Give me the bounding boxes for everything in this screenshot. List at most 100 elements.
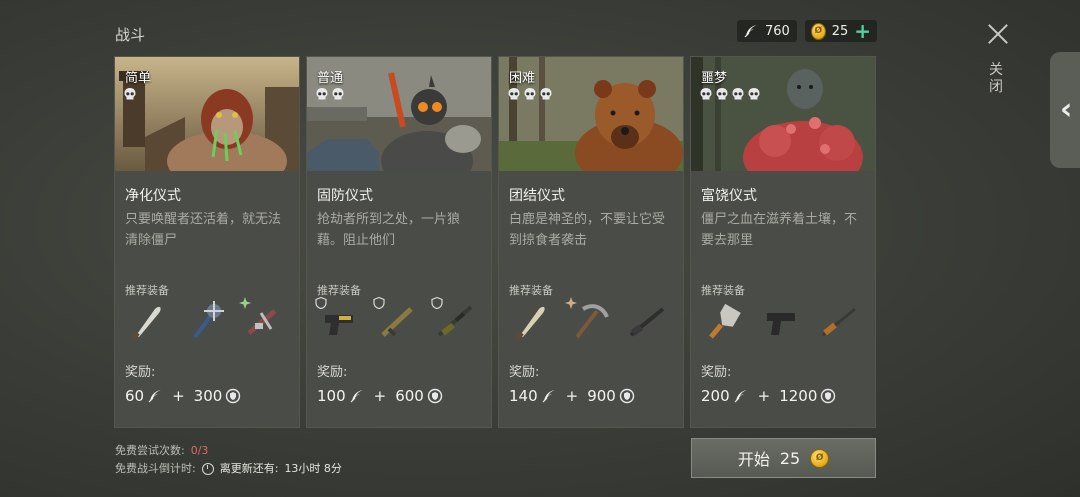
cleaver-icon[interactable] (701, 299, 745, 343)
plus-sign: + (172, 387, 185, 405)
recommended-gear-label: 推荐装备 (125, 284, 169, 297)
reward-values: 100 + 600 (317, 387, 443, 405)
mission-card-nightmare[interactable]: 噩梦 富饶仪式 僵尸之血在滋养着土壤，不要去那里 推荐装备 奖励: 200 + … (690, 56, 876, 428)
reward-label: 奖励: (125, 365, 156, 380)
reward-values: 60 + 300 (125, 387, 241, 405)
feather-count: 760 (765, 23, 790, 39)
free-tries-label: 免费尝试次数: (115, 444, 185, 457)
reward-label: 奖励: (701, 365, 732, 380)
mission-description: 僵尸之血在滋养着土壤，不要去那里 (701, 212, 858, 248)
reward-points: 300 (193, 387, 223, 405)
coin-icon: Ø (811, 22, 826, 40)
difficulty-label: 噩梦 (701, 71, 728, 86)
reward-values: 140 + 900 (509, 387, 635, 405)
close-icon[interactable] (986, 22, 1010, 46)
feather-counter: 760 (737, 20, 797, 42)
start-cost: 25 (779, 448, 801, 468)
reward-points: 1200 (779, 387, 818, 405)
recommended-gear-list (509, 297, 669, 343)
reward-feathers: 140 (509, 387, 538, 405)
countdown-label: 免费战斗倒计时: (115, 462, 196, 475)
bonus-badge-icon (239, 297, 251, 309)
shield-points-icon (821, 388, 836, 404)
feather-icon (148, 390, 162, 403)
pistol-icon[interactable] (759, 299, 803, 343)
difficulty-skulls (507, 87, 553, 101)
machete-icon[interactable] (125, 299, 169, 343)
coin-count: 25 (831, 23, 849, 39)
skull-icon (716, 88, 728, 100)
reward-points: 600 (395, 387, 424, 405)
clock-icon (201, 463, 214, 475)
skull-icon (540, 88, 552, 100)
reward-points: 900 (587, 387, 616, 405)
feather-icon (744, 25, 757, 38)
feather-icon (350, 390, 363, 403)
spiked-mace-icon[interactable] (183, 299, 227, 343)
recommended-gear-list (125, 297, 285, 343)
skull-icon (508, 88, 520, 100)
mission-name: 净化仪式 (125, 188, 181, 204)
difficulty-label: 普通 (317, 71, 344, 86)
shield-badge-icon (431, 297, 443, 309)
plus-sign: + (565, 387, 579, 405)
plus-sign: + (373, 387, 387, 405)
chevron-left-icon: ‹ (1060, 92, 1073, 127)
difficulty-skulls (123, 87, 137, 101)
recommended-gear-list (701, 299, 861, 343)
mission-name: 团结仪式 (509, 188, 565, 204)
mission-card-easy[interactable]: 简单 净化仪式 只要唤醒者还活着，就无法清除僵尸 推荐装备 奖励: 60 + 3… (114, 56, 300, 428)
free-tries-value: 0/3 (190, 444, 209, 457)
mission-name: 固防仪式 (317, 188, 373, 204)
difficulty-skulls (315, 87, 345, 101)
shotgun-icon[interactable] (625, 299, 669, 343)
skull-icon (332, 88, 344, 100)
shield-points-icon (427, 388, 443, 404)
recommended-gear-list (315, 297, 477, 343)
mission-description: 白鹿是神圣的，不要让它受到掠食者袭击 (509, 212, 666, 248)
bonus-badge-icon (565, 297, 577, 309)
skull-icon (732, 88, 744, 100)
shield-points-icon (619, 388, 635, 404)
mission-description: 只要唤醒者还活着，就无法清除僵尸 (125, 212, 282, 248)
free-battle-info: 免费尝试次数: 0/3 免费战斗倒计时: 离更新还有: 13小时 8分 (115, 442, 342, 478)
coin-counter: Ø 25 + (805, 20, 877, 42)
reward-label: 奖励: (317, 365, 348, 380)
feather-icon (734, 390, 747, 403)
shield-badge-icon (373, 297, 385, 309)
refresh-label: 离更新还有: (219, 462, 279, 475)
hunting-rifle-icon[interactable] (817, 299, 861, 343)
reward-feathers: 60 (125, 387, 145, 405)
reward-label: 奖励: (509, 365, 540, 380)
shield-badge-icon (315, 297, 327, 309)
pickaxe-icon[interactable] (565, 297, 611, 343)
mission-description: 抢劫者所到之处，一片狼藉。阻止他们 (317, 212, 461, 248)
mission-card-normal[interactable]: 普通 固防仪式 抢劫者所到之处，一片狼藉。阻止他们 推荐装备 奖励: 100 +… (306, 56, 492, 428)
skull-icon (124, 88, 136, 100)
plus-sign: + (757, 387, 771, 405)
shield-points-icon (226, 388, 241, 404)
reward-feathers: 100 (317, 387, 346, 405)
start-button[interactable]: 开始 25 Ø (691, 438, 876, 478)
close-label[interactable]: 关闭 (989, 62, 1007, 96)
sniper-rifle-icon[interactable] (431, 297, 477, 343)
skull-icon (700, 88, 712, 100)
side-panel-tab[interactable]: ‹ (1050, 52, 1080, 168)
machete-icon[interactable] (509, 299, 553, 343)
refresh-countdown: 13小时 8分 (284, 462, 342, 475)
mission-card-hard[interactable]: 困难 团结仪式 白鹿是神圣的，不要让它受到掠食者袭击 推荐装备 奖励: 140 … (498, 56, 684, 428)
recommended-gear-label: 推荐装备 (701, 284, 745, 297)
skull-icon (316, 88, 328, 100)
skull-icon (524, 88, 536, 100)
difficulty-skulls (699, 87, 761, 101)
crossbow-icon[interactable] (239, 297, 285, 343)
mission-name: 富饶仪式 (701, 188, 757, 204)
reward-values: 200 + 1200 (701, 387, 836, 405)
reward-feathers: 200 (701, 387, 730, 405)
recommended-gear-label: 推荐装备 (317, 284, 361, 297)
pistol-icon[interactable] (315, 297, 361, 343)
recommended-gear-label: 推荐装备 (509, 284, 553, 297)
rifle-icon[interactable] (373, 297, 419, 343)
add-coins-button[interactable]: + (854, 21, 871, 41)
start-label: 开始 (737, 450, 770, 469)
